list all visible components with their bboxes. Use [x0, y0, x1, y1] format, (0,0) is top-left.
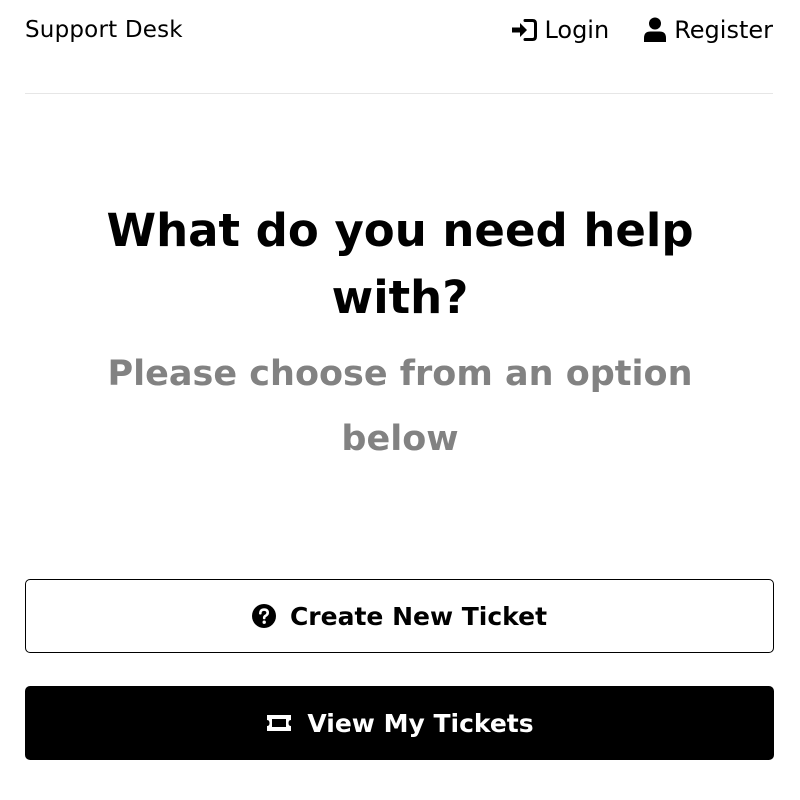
register-label: Register	[674, 16, 773, 44]
register-link[interactable]: Register	[643, 16, 773, 44]
ticket-icon	[265, 713, 293, 733]
top-nav: Login Register	[511, 16, 773, 44]
page-title: What do you need help with?	[106, 204, 694, 324]
sign-in-icon	[511, 19, 538, 41]
header: Support Desk Login Register	[25, 0, 773, 94]
view-tickets-button[interactable]: View My Tickets	[25, 686, 774, 760]
brand-link[interactable]: Support Desk	[25, 17, 183, 43]
create-ticket-button[interactable]: Create New Ticket	[25, 579, 774, 653]
page-subtitle: Please choose from an option below	[107, 354, 693, 459]
login-link[interactable]: Login	[511, 16, 609, 44]
create-ticket-label: Create New Ticket	[289, 601, 548, 631]
login-label: Login	[544, 16, 610, 44]
hero: What do you need help with? Please choos…	[70, 197, 730, 472]
view-tickets-label: View My Tickets	[307, 708, 534, 738]
question-circle-icon	[251, 604, 276, 628]
user-icon	[643, 17, 667, 43]
